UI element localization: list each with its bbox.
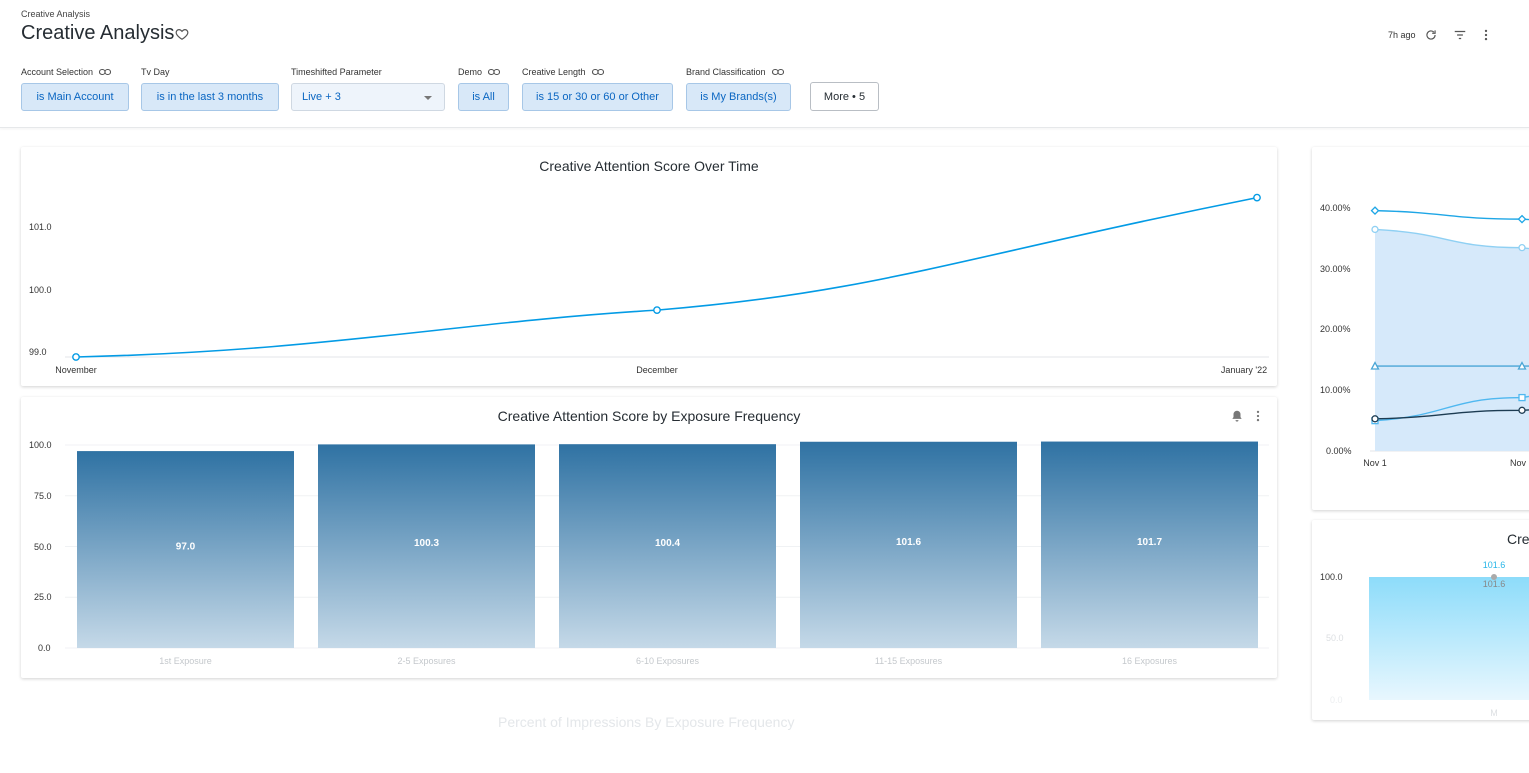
bar-value-label: 101.6	[896, 537, 921, 548]
x-tick-label: Nov	[1510, 458, 1527, 468]
bar-value-label: 100.4	[655, 538, 680, 549]
y-tick-label: 100.0	[29, 285, 52, 295]
partial-bar-card: Cre 100.0 50.0 0.0 101.6 101.6 M	[1312, 520, 1529, 720]
y-tick-label: 100.0	[1320, 572, 1343, 582]
filter-chip[interactable]: is Main Account	[21, 83, 129, 111]
attention-by-frequency-card: Creative Attention Score by Exposure Fre…	[21, 397, 1277, 678]
link-icon[interactable]	[771, 68, 784, 76]
link-icon[interactable]	[488, 68, 501, 76]
x-tick-label: November	[55, 365, 97, 375]
data-point[interactable]	[1517, 214, 1527, 224]
x-tick-label: January '22	[1221, 365, 1267, 375]
page-title: Creative Analysis	[21, 22, 175, 44]
x-tick-label: 2-5 Exposures	[397, 656, 456, 666]
bar[interactable]	[1369, 577, 1529, 700]
timeshifted-select[interactable]: Live + 3	[291, 83, 445, 111]
last-updated-text: 7h ago	[1388, 30, 1416, 40]
filter-demo: Demo is All	[458, 66, 509, 111]
y-tick-label: 25.0	[34, 592, 52, 602]
filter-creative-length: Creative Length is 15 or 30 or 60 or Oth…	[522, 66, 673, 111]
chevron-down-icon	[424, 96, 432, 100]
filter-brand-classification: Brand Classification is My Brands(s)	[686, 66, 791, 111]
bar-value-label: 97.0	[176, 542, 196, 553]
y-tick-label: 99.0	[29, 347, 47, 357]
heart-icon[interactable]	[175, 27, 189, 41]
attention-line-chart: 99.0 100.0 101.0 November December Janua…	[29, 193, 1269, 375]
y-tick-label: 75.0	[34, 491, 52, 501]
filter-tv-day: Tv Day is in the last 3 months	[141, 66, 279, 111]
section-title-faded: Percent of Impressions By Exposure Frequ…	[498, 714, 795, 730]
x-tick-label: Nov 1	[1363, 458, 1387, 468]
bar-value-label: 100.3	[414, 538, 439, 549]
data-point[interactable]	[1518, 393, 1526, 402]
attention-bar-chart: 0.0 25.0 50.0 75.0 100.0 97.0 100.3 100.…	[29, 440, 1269, 666]
data-point[interactable]	[1518, 406, 1526, 414]
y-tick-label: 0.0	[1330, 695, 1343, 705]
y-tick-label: 0.0	[38, 643, 51, 653]
data-point[interactable]	[1371, 225, 1379, 234]
data-point[interactable]	[653, 306, 661, 315]
partial-bar-chart: 100.0 50.0 0.0 101.6 101.6 M	[1320, 560, 1529, 718]
more-vertical-icon[interactable]	[1479, 28, 1493, 42]
impressions-share-card: 40.00% 30.00% 20.00% 10.00% 0.00% Nov 1 …	[1312, 147, 1529, 510]
filter-label: Account Selection	[21, 67, 94, 77]
filter-icon[interactable]	[1453, 28, 1467, 42]
bar-value-label: 101.7	[1137, 537, 1162, 548]
y-tick-label: 50.0	[1326, 633, 1344, 643]
data-point[interactable]	[72, 353, 80, 361]
link-icon[interactable]	[591, 68, 604, 76]
attention-over-time-card: Creative Attention Score Over Time 99.0 …	[21, 147, 1277, 386]
data-point[interactable]	[1370, 206, 1380, 216]
filter-timeshifted-parameter: Timeshifted Parameter Live + 3	[291, 66, 445, 111]
link-icon[interactable]	[99, 68, 112, 76]
bar-value-label: 101.6	[1483, 560, 1506, 570]
filter-label: Creative Length	[522, 67, 586, 77]
y-tick-label: 40.00%	[1320, 203, 1351, 213]
dashboard-header: Creative Analysis Creative Analysis 7h a…	[0, 0, 1529, 128]
filter-label: Tv Day	[141, 67, 170, 77]
filter-chip[interactable]: is in the last 3 months	[141, 83, 279, 111]
x-tick-label: 16 Exposures	[1122, 656, 1178, 666]
data-point[interactable]	[1518, 244, 1526, 252]
more-filters-button[interactable]: More • 5	[810, 82, 879, 111]
y-tick-label: 100.0	[29, 440, 52, 450]
filter-label: Timeshifted Parameter	[291, 67, 382, 77]
filter-chip[interactable]: is My Brands(s)	[686, 83, 791, 111]
refresh-icon[interactable]	[1424, 28, 1438, 42]
y-tick-label: 20.00%	[1320, 324, 1351, 334]
filter-label: Demo	[458, 67, 483, 77]
series-line	[75, 196, 1258, 358]
filter-label: Brand Classification	[686, 67, 766, 77]
data-point[interactable]	[1371, 415, 1379, 423]
x-tick-label: 6-10 Exposures	[636, 656, 700, 666]
bar-value-label: 101.6	[1483, 579, 1506, 589]
y-tick-label: 30.00%	[1320, 264, 1351, 274]
y-tick-label: 0.00%	[1326, 446, 1352, 456]
filter-chip[interactable]: is All	[458, 83, 509, 111]
breadcrumb[interactable]: Creative Analysis	[21, 9, 90, 19]
filter-account-selection: Account Selection is Main Account	[21, 66, 129, 111]
share-line-chart: 40.00% 30.00% 20.00% 10.00% 0.00% Nov 1 …	[1320, 203, 1529, 468]
y-tick-label: 50.0	[34, 542, 52, 552]
x-tick-label: 11-15 Exposures	[875, 656, 943, 666]
data-point[interactable]	[1253, 193, 1261, 202]
x-tick-label: December	[636, 365, 678, 375]
filter-chip[interactable]: is 15 or 30 or 60 or Other	[522, 83, 673, 111]
x-tick-label: M	[1490, 708, 1498, 718]
x-tick-label: 1st Exposure	[159, 656, 212, 666]
y-tick-label: 10.00%	[1320, 385, 1351, 395]
y-tick-label: 101.0	[29, 222, 52, 232]
select-value: Live + 3	[302, 91, 341, 103]
series-line	[1374, 209, 1529, 221]
